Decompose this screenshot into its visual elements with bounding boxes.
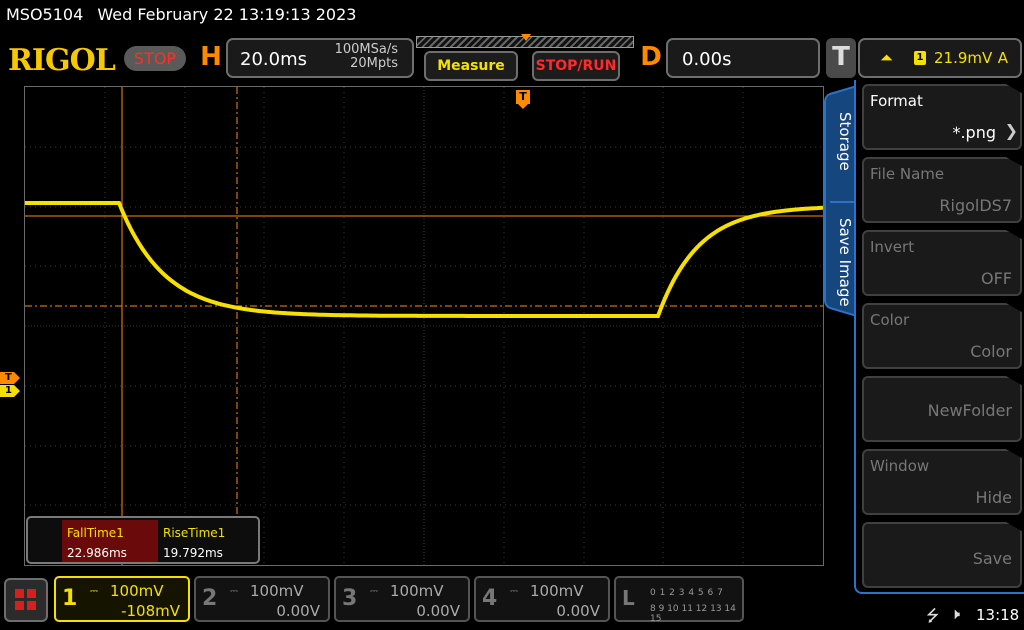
stop-run-button[interactable]: STOP/RUN — [532, 51, 620, 81]
menu-item-label: Color — [870, 311, 910, 329]
trigger-position-icon — [521, 34, 531, 41]
rise-time-measurement[interactable]: RiseTime1 19.792ms — [158, 520, 254, 562]
channel3-settings[interactable]: 3 ⎓ 100mV 0.00V — [334, 576, 470, 622]
channel-scale: 100mV — [530, 582, 584, 600]
model-name: MSO5104 — [6, 5, 84, 24]
measurement-panel[interactable]: FallTime1 22.986ms RiseTime1 19.792ms — [26, 516, 260, 564]
tab-storage[interactable]: Storage — [830, 96, 854, 186]
app-grid-icon — [15, 601, 24, 610]
menu-item-format[interactable]: Format *.png ❯ — [862, 84, 1022, 150]
rising-edge-icon: ⏶ — [880, 48, 893, 67]
menu-item-label: Format — [870, 92, 923, 110]
channel1-settings[interactable]: 1 ⎓ 100mV -108mV — [54, 576, 190, 622]
horizontal-timebase-box[interactable]: 20.0ms 100MSa/s 20Mpts — [226, 38, 414, 78]
channel-scale: 100mV — [390, 582, 444, 600]
menu-item-color[interactable]: Color Color — [862, 303, 1022, 369]
app-menu-button[interactable] — [4, 578, 48, 622]
trigger-position-tip — [518, 104, 528, 109]
trigger-position-marker[interactable]: T — [516, 90, 532, 110]
menu-item-label: Invert — [870, 238, 915, 256]
softkey-menu: Format *.png ❯ File Name RigolDS7 Invert… — [854, 80, 1024, 594]
menu-item-value: Color — [970, 342, 1012, 361]
measure-button[interactable]: Measure — [424, 51, 518, 81]
channel-scale: 100mV — [110, 582, 164, 600]
waveform-display — [25, 87, 823, 565]
menu-item-file-name[interactable]: File Name RigolDS7 — [862, 157, 1022, 223]
logic-channels-row1: 0 1 2 3 4 5 6 7 — [650, 588, 724, 598]
chevron-right-icon: ❯ — [1004, 121, 1018, 140]
logic-channels-row2: 8 9 10 11 12 13 14 15 — [650, 604, 736, 624]
trigger-source: 1 — [914, 51, 926, 65]
menu-item-value: OFF — [981, 269, 1012, 288]
memory-depth: 20Mpts — [350, 56, 398, 71]
trigger-mode: A — [997, 49, 1008, 67]
channel-scale: 100mV — [250, 582, 304, 600]
dc-coupling-icon: ⎓ — [510, 586, 518, 597]
system-clock: 13:18 — [976, 606, 1020, 624]
menu-item-window[interactable]: Window Hide — [862, 449, 1022, 515]
measurement-value: 19.792ms — [163, 546, 223, 560]
logic-label: L — [622, 586, 635, 610]
bottom-bar: 1 ⎓ 100mV -108mV 2 ⎓ 100mV 0.00V 3 ⎓ 100… — [0, 574, 1024, 630]
sample-rate: 100MSa/s — [334, 42, 398, 57]
waveform-grid[interactable] — [24, 86, 824, 566]
usb-icon: ⭍ — [926, 606, 940, 625]
tab-save-image[interactable]: Save Image — [830, 212, 854, 312]
date-time: Wed February 22 13:19:13 2023 — [97, 5, 357, 24]
channel2-settings[interactable]: 2 ⎓ 100mV 0.00V — [194, 576, 330, 622]
channel1-offset-marker[interactable]: 1 — [0, 385, 20, 397]
trigger-level: 21.9mV — [934, 49, 993, 67]
delay-label[interactable]: D — [636, 38, 666, 78]
menu-item-label: File Name — [870, 165, 945, 183]
app-grid-icon — [15, 589, 24, 598]
logic-analyzer-settings[interactable]: L 0 1 2 3 4 5 6 7 8 9 10 11 12 13 14 15 — [614, 576, 744, 624]
app-grid-icon — [27, 601, 36, 610]
trigger-box[interactable]: ⏶ 1 21.9mV A — [858, 38, 1022, 78]
channel-offset: 0.00V — [276, 602, 320, 620]
rigol-logo: RIGOL — [8, 43, 116, 78]
top-bar: RIGOL STOP H 20.0ms 100MSa/s 20Mpts Meas… — [0, 34, 1024, 84]
menu-item-invert[interactable]: Invert OFF — [862, 230, 1022, 296]
measurement-name: FallTime1 — [67, 526, 124, 540]
speaker-muted-icon[interactable]: 🕨 — [950, 604, 960, 624]
delay-value: 0.00s — [682, 49, 732, 70]
app-grid-icon — [27, 589, 36, 598]
run-state-badge[interactable]: STOP — [124, 46, 186, 71]
menu-item-value: NewFolder — [927, 401, 1012, 420]
dc-coupling-icon: ⎓ — [90, 586, 98, 597]
channel-offset: 0.00V — [416, 602, 460, 620]
channel-number: 2 — [202, 586, 218, 611]
menu-item-value: RigolDS7 — [939, 196, 1012, 215]
menu-item-label: Window — [870, 457, 930, 475]
delay-box[interactable]: 0.00s — [666, 38, 820, 78]
menu-item-value: Save — [972, 549, 1012, 568]
trigger-label[interactable]: T — [826, 38, 856, 78]
fall-time-measurement[interactable]: FallTime1 22.986ms — [62, 520, 158, 562]
channel-offset: -108mV — [121, 602, 180, 620]
menu-item-new-folder[interactable]: NewFolder — [862, 376, 1022, 442]
measurement-name: RiseTime1 — [163, 526, 226, 540]
channel-number: 3 — [342, 586, 358, 611]
memory-position-strip — [416, 34, 634, 48]
measurement-value: 22.986ms — [67, 546, 127, 560]
channel-offset: 0.00V — [556, 602, 600, 620]
channel4-settings[interactable]: 4 ⎓ 100mV 0.00V — [474, 576, 610, 622]
horizontal-label[interactable]: H — [196, 38, 226, 78]
status-line: MSO5104 Wed February 22 13:19:13 2023 — [6, 5, 365, 24]
menu-item-value: Hide — [975, 488, 1012, 507]
trigger-position-icon: T — [516, 90, 530, 104]
menu-item-value: *.png — [952, 123, 996, 142]
channel-number: 1 — [62, 586, 78, 611]
channel-number: 4 — [482, 586, 498, 611]
dc-coupling-icon: ⎓ — [370, 586, 378, 597]
grid-lines — [25, 87, 823, 565]
acquisition-info: 100MSa/s 20Mpts — [335, 43, 398, 71]
timebase-value: 20.0ms — [240, 49, 307, 70]
trigger-level-marker[interactable]: T — [0, 372, 20, 384]
dc-coupling-icon: ⎓ — [230, 586, 238, 597]
